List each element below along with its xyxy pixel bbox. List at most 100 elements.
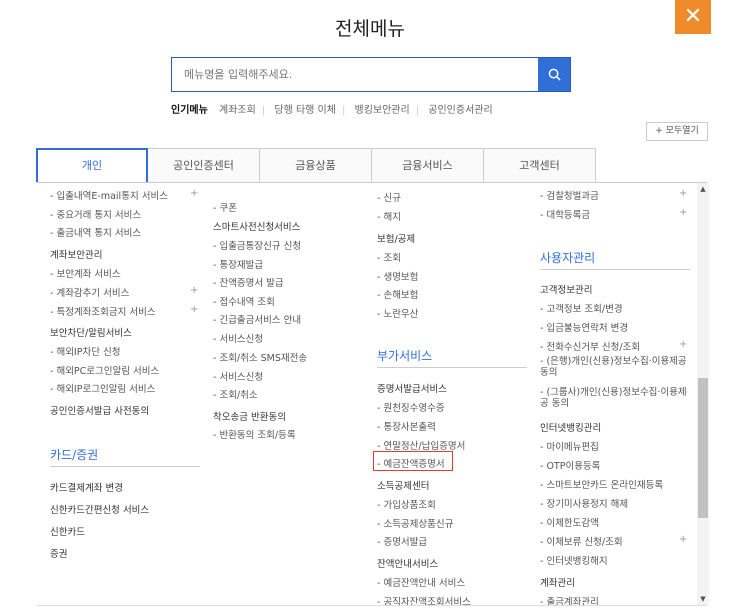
menu-item[interactable]: 장기미사용정지 해제 (540, 496, 628, 510)
menu-item[interactable]: 서비스신청 (213, 331, 263, 345)
menu-item[interactable]: 이체보류 신청/조회 (540, 534, 622, 548)
menu-group-header[interactable]: 보험/공제 (377, 231, 415, 245)
menu-item[interactable]: 잔액증명서 발급 (213, 275, 283, 289)
popular-item[interactable]: 계좌조회 (219, 105, 256, 116)
menu-group-header[interactable]: 잔액안내서비스 (377, 556, 438, 570)
menu-item[interactable]: 손해보험 (377, 287, 418, 301)
menu-group-header[interactable]: 증권 (50, 546, 67, 560)
menu-item[interactable]: 공직자잔액조회서비스 (377, 594, 470, 605)
scroll-up-arrow-icon[interactable]: ▲ (697, 183, 709, 195)
menu-group-header[interactable]: 소득공제센터 (377, 478, 429, 492)
popular-item[interactable]: 당행 타행 이체 (274, 105, 336, 116)
menu-item[interactable]: 특정계좌조회금지 서비스 (50, 304, 155, 318)
menu-group-header[interactable]: 카드결제계좌 변경 (50, 480, 123, 494)
menu-item[interactable]: 해외IP로그인알림 서비스 (50, 381, 155, 395)
expand-icon[interactable]: + (190, 285, 198, 296)
menu-group-header[interactable]: 신한카드 (50, 524, 85, 538)
menu-item[interactable]: 통장재발급 (213, 257, 263, 271)
menu-group-header[interactable]: 계좌보안관리 (50, 247, 102, 261)
tab-financial-services[interactable]: 금융서비스 (372, 148, 484, 183)
menu-item[interactable]: 생명보험 (377, 269, 418, 283)
expand-icon[interactable]: + (190, 304, 198, 315)
menu-group-header[interactable]: 착오송금 반환동의 (213, 409, 286, 423)
bottom-border (36, 605, 707, 606)
menu-item[interactable]: 출금내역 통지 서비스 (50, 225, 141, 239)
section-title-user-management[interactable]: 사용자관리 (540, 249, 595, 266)
menu-item[interactable]: (그룹사)개인(신용)정보수집·이용제공 동의 (540, 387, 692, 409)
menu-item[interactable]: 입출금통장신규 신청 (213, 238, 301, 252)
menu-item[interactable]: 출금계좌관리 (540, 594, 598, 605)
menu-item[interactable]: 해외IP차단 신청 (50, 344, 120, 358)
menu-item[interactable]: 원천징수영수증 (377, 400, 444, 414)
menu-item[interactable]: 증명서발급 (377, 534, 427, 548)
tab-certificate-center[interactable]: 공인인증센터 (148, 148, 260, 183)
menu-item[interactable]: 해지 (377, 209, 400, 223)
menu-item[interactable]: 신규 (377, 190, 400, 204)
popular-item[interactable]: 공인인증서관리 (428, 105, 492, 116)
expand-icon[interactable]: + (679, 339, 687, 350)
expand-icon[interactable]: + (190, 188, 198, 199)
menu-item[interactable]: 반환동의 조회/등록 (213, 427, 295, 441)
vertical-scrollbar[interactable]: ▲ ▼ (697, 183, 709, 605)
menu-item[interactable]: 고객정보 조회/변경 (540, 301, 622, 315)
separator: | (341, 105, 346, 116)
menu-group-header[interactable]: 공인인증서발급 사전동의 (50, 403, 149, 417)
menu-item[interactable]: 소득공제상품신규 (377, 516, 453, 530)
search-button[interactable] (538, 58, 570, 91)
menu-group-header[interactable]: 신한카드간편신청 서비스 (50, 502, 149, 516)
menu-item[interactable]: 접수내역 조회 (213, 294, 274, 308)
menu-group-header[interactable]: 보안차단/알림서비스 (50, 325, 132, 339)
menu-item[interactable]: 노란우산 (377, 306, 418, 320)
menu-item[interactable]: 검찰청벌과금 (540, 188, 598, 202)
menu-item[interactable]: 서비스신청 (213, 369, 263, 383)
popular-label: 인기메뉴 (171, 105, 208, 116)
menu-group-header[interactable]: 인터넷뱅킹관리 (540, 420, 601, 434)
menu-group-header[interactable]: 고객정보관리 (540, 282, 592, 296)
divider (377, 367, 527, 368)
menu-item[interactable]: 쿠폰 (213, 200, 236, 214)
menu-item[interactable]: 계좌감추기 서비스 (50, 285, 129, 299)
menu-content: 입출내역E-mail통지 서비스 + 중요거래 통지 서비스 출금내역 통지 서… (36, 183, 696, 605)
tab-customer-center[interactable]: 고객센터 (484, 148, 596, 183)
menu-item[interactable]: 연말정산/납입증명서 (377, 438, 465, 452)
menu-item[interactable]: 대학등록금 (540, 207, 590, 221)
expand-icon[interactable]: + (679, 207, 687, 218)
scrollbar-thumb[interactable] (698, 378, 708, 518)
menu-item[interactable]: 조회/취소 (213, 387, 257, 401)
menu-item-highlighted[interactable]: 예금잔액증명서 (377, 456, 444, 470)
menu-item[interactable]: 이체한도감액 (540, 515, 598, 529)
section-title-card[interactable]: 카드/증권 (50, 446, 98, 463)
separator: | (415, 105, 420, 116)
menu-item[interactable]: 전화수신거부 신청/조회 (540, 339, 640, 353)
menu-group-header[interactable]: 계좌관리 (540, 575, 575, 589)
expand-all-button[interactable]: + 모두열기 (646, 122, 708, 141)
divider (50, 466, 200, 467)
tab-personal[interactable]: 개인 (36, 148, 148, 183)
menu-item[interactable]: 해외PC로그인알림 서비스 (50, 363, 159, 377)
menu-item[interactable]: 인터넷뱅킹해지 (540, 553, 607, 567)
tab-financial-products[interactable]: 금융상품 (260, 148, 372, 183)
menu-item[interactable]: 중요거래 통지 서비스 (50, 207, 141, 221)
section-title-additional-services[interactable]: 부가서비스 (377, 347, 432, 364)
menu-item[interactable]: 조회/취소 SMS재전송 (213, 350, 307, 364)
expand-icon[interactable]: + (679, 188, 687, 199)
menu-item[interactable]: 마이메뉴편집 (540, 439, 598, 453)
search-input[interactable] (172, 58, 538, 91)
scroll-down-arrow-icon[interactable]: ▼ (697, 593, 709, 605)
menu-item[interactable]: 보안계좌 서비스 (50, 266, 120, 280)
menu-item[interactable]: (은행)개인(신용)정보수집·이용제공 동의 (540, 356, 692, 378)
menu-group-header[interactable]: 증명서발급서비스 (377, 381, 447, 395)
popular-item[interactable]: 뱅킹보안관리 (355, 105, 410, 116)
menu-item[interactable]: 조회 (377, 250, 400, 264)
menu-item[interactable]: 예금잔액안내 서비스 (377, 575, 465, 589)
close-button[interactable]: ✕ (675, 0, 711, 34)
menu-item[interactable]: 스마트보안카드 온라인재등록 (540, 477, 663, 491)
menu-item[interactable]: 가입상품조회 (377, 497, 435, 511)
menu-item[interactable]: 입금불능연락처 변경 (540, 320, 628, 334)
expand-icon[interactable]: + (679, 534, 687, 545)
menu-item[interactable]: OTP이용등록 (540, 458, 600, 472)
menu-item[interactable]: 입출내역E-mail통지 서비스 (50, 188, 167, 202)
menu-item[interactable]: 긴급출금서비스 안내 (213, 312, 301, 326)
menu-item[interactable]: 통장사본출력 (377, 419, 435, 433)
menu-group-header[interactable]: 스마트사전신청서비스 (213, 219, 300, 233)
